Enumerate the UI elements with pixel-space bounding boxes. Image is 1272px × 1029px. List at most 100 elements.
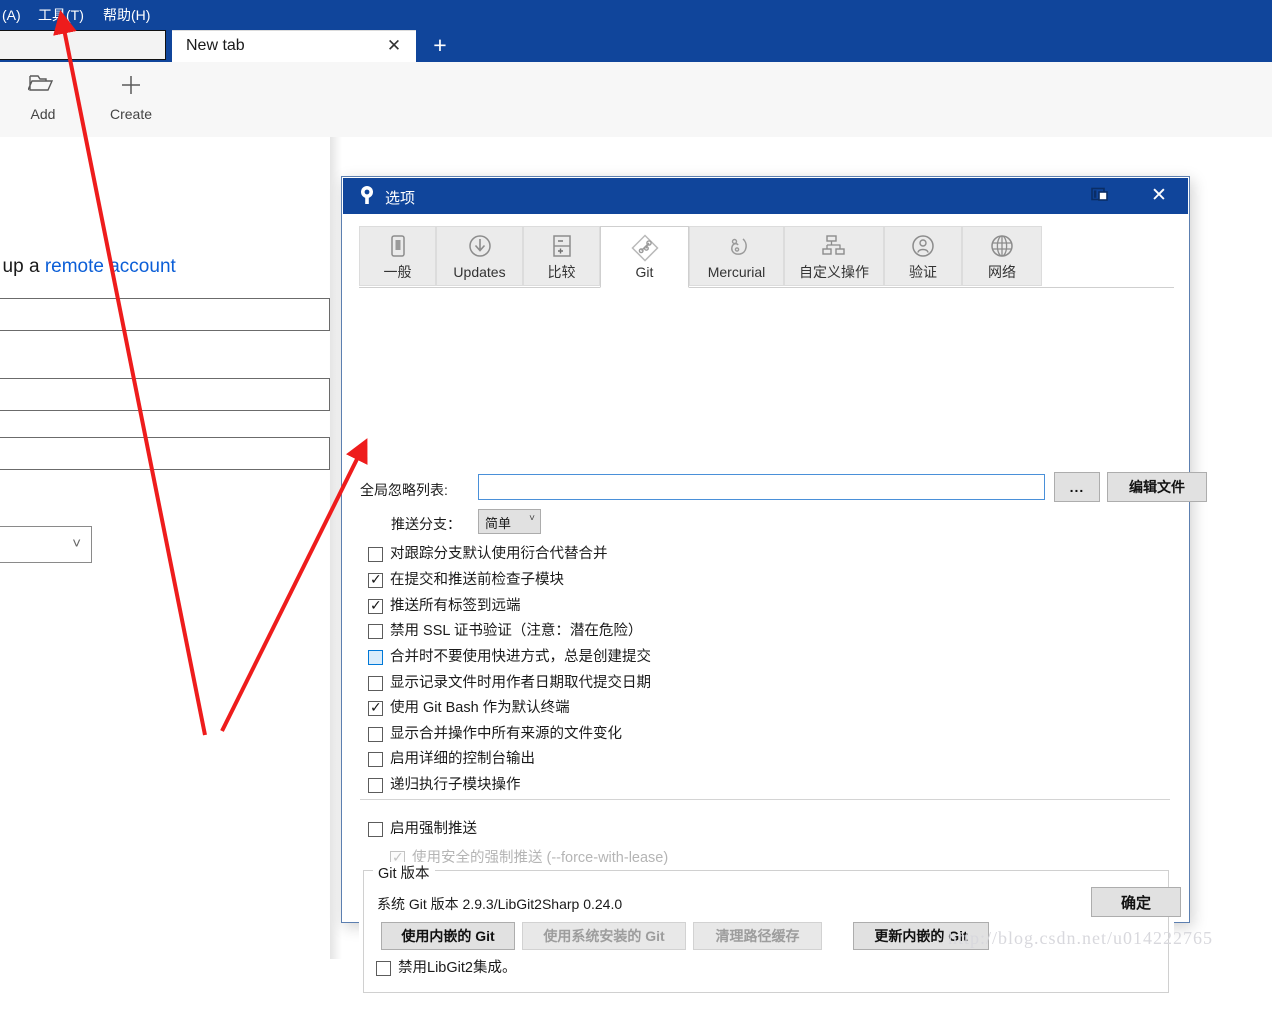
push-branch-select[interactable]: 简单 ˅ [478, 509, 541, 534]
checkbox-box [376, 961, 391, 976]
network-globe-icon [963, 233, 1041, 263]
git-version-info: 系统 Git 版本 2.9.3/LibGit2Sharp 0.24.0 [377, 896, 623, 912]
push-branch-value: 简单 [485, 516, 512, 531]
tab-new-tab[interactable]: New tab ✕ [172, 30, 416, 62]
dialog-tab-bar: 一般 Updates 比较 Git Mercurial 自定义操作 验证 网络 [359, 226, 1174, 288]
checkbox-label: 禁用LibGit2集成。 [398, 960, 517, 976]
checkbox-box: ✓ [368, 571, 383, 588]
checkbox-label: 显示记录文件时用作者日期取代提交日期 [390, 675, 651, 691]
checkbox-box [368, 650, 383, 665]
tab-new-tab-label: New tab [186, 37, 245, 54]
tab-network[interactable]: 网络 [962, 226, 1042, 286]
toolbar-button-add[interactable]: Add [4, 72, 82, 122]
tab-network-label: 网络 [988, 264, 1016, 280]
clear-path-cache-button: 清理路径缓存 [693, 922, 822, 950]
general-icon [360, 233, 435, 263]
toolbar-button-create-label: Create [109, 106, 153, 122]
chevron-down-icon: ˅ [529, 513, 535, 524]
checkbox-box [368, 752, 383, 767]
tab-updates[interactable]: Updates [436, 226, 523, 286]
tab-mercurial-label: Mercurial [707, 264, 766, 280]
tab-general-label: 一般 [383, 264, 412, 280]
plus-icon [92, 72, 170, 104]
custom-actions-icon [785, 233, 883, 263]
checkbox-box [368, 547, 383, 562]
toolbar-button-create[interactable]: Create [92, 72, 170, 122]
auth-user-icon [885, 233, 961, 263]
menu-item-tools[interactable]: 工具(T) [32, 4, 90, 26]
sourcetree-logo-icon [355, 184, 379, 208]
app-toolbar: Add Create [0, 62, 1272, 138]
use-system-git-button: 使用系统安装的 Git [522, 922, 686, 950]
menu-item-a[interactable]: (A) [0, 4, 27, 26]
checkbox-label: 使用安全的强制推送 (--force-with-lease) [412, 850, 669, 866]
checkbox-label: 对跟踪分支默认使用衍合代替合并 [390, 546, 608, 562]
checkbox-label: 使用 Git Bash 作为默认终端 [390, 700, 570, 716]
options-dialog: 选项 ✕ 一般 Updates 比较 Git Mercurial 自定义操作 验… [341, 176, 1207, 1029]
tab-git-label: Git [635, 264, 654, 280]
tab-custom-actions-label: 自定义操作 [799, 264, 869, 280]
checkbox-box [368, 727, 383, 742]
tab-compare-label: 比较 [547, 264, 576, 280]
checkbox-label: 显示合并操作中所有来源的文件变化 [390, 726, 622, 742]
dialog-titlebar: 选项 ✕ [343, 178, 1188, 214]
tab-git[interactable]: Git [600, 226, 689, 288]
form-field-1[interactable] [0, 298, 330, 331]
page-title-prefix: t up a [0, 256, 40, 277]
remote-account-link[interactable]: remote account [45, 256, 176, 277]
git-version-legend: Git 版本 [373, 862, 435, 883]
app-tabstrip: New tab ✕ + [0, 30, 1272, 62]
checkbox-box [368, 624, 383, 639]
app-menubar: (A) 工具(T) 帮助(H) [0, 0, 1272, 30]
checkbox-label: 合并时不要使用快进方式，总是创建提交 [390, 649, 651, 665]
checkbox-box [368, 822, 383, 837]
checkbox-label: 递归执行子模块操作 [390, 777, 521, 793]
tab-general[interactable]: 一般 [359, 226, 436, 286]
tab-custom-actions[interactable]: 自定义操作 [784, 226, 884, 286]
dialog-title: 选项 [385, 190, 416, 207]
checkbox-box [368, 778, 383, 793]
form-select[interactable]: ˅ [0, 526, 92, 563]
checkbox-label: 推送所有标签到远端 [390, 598, 521, 614]
tab-authentication-label: 验证 [909, 264, 937, 280]
close-icon[interactable]: ✕ [1140, 182, 1178, 210]
tab-compare[interactable]: 比较 [523, 226, 600, 286]
push-branch-label: 推送分支： [391, 516, 461, 532]
tab-authentication[interactable]: 验证 [884, 226, 962, 286]
checkbox-box: ✓ [368, 699, 383, 716]
tab-mercurial[interactable]: Mercurial [689, 226, 784, 286]
check-icon: ✓ [370, 699, 382, 715]
tab-previous[interactable] [0, 30, 166, 60]
folder-open-icon [4, 72, 82, 104]
checkbox-label: 启用详细的控制台输出 [390, 751, 535, 767]
plus-icon[interactable]: + [428, 34, 452, 58]
window-restore-icon[interactable] [1090, 186, 1114, 206]
form-field-2[interactable] [0, 378, 330, 411]
use-embedded-git-button[interactable]: 使用内嵌的 Git [381, 922, 515, 950]
check-icon: ✓ [370, 597, 382, 613]
edit-file-button[interactable]: 编辑文件 [1107, 472, 1207, 502]
section-divider [360, 799, 1170, 800]
tab-updates-label: Updates [453, 264, 506, 280]
checkbox-label: 禁用 SSL 证书验证（注意：潜在危险） [390, 623, 643, 639]
checkbox-box: ✓ [368, 597, 383, 614]
global-ignore-label: 全局忽略列表: [360, 482, 448, 498]
toolbar-button-add-label: Add [30, 106, 56, 122]
diff-icon [524, 233, 599, 263]
browse-button[interactable]: ... [1054, 472, 1100, 502]
global-ignore-input[interactable] [478, 474, 1045, 500]
mercurial-icon [690, 233, 783, 263]
checkbox-label: 启用强制推送 [390, 821, 477, 837]
menu-item-help[interactable]: 帮助(H) [97, 4, 156, 26]
download-icon [437, 233, 522, 263]
check-icon: ✓ [370, 571, 382, 587]
ok-button[interactable]: 确定 [1091, 887, 1181, 917]
watermark-text: http://blog.csdn.net/u014222765 [948, 928, 1213, 948]
page-title: t up a remote account [0, 256, 176, 278]
chevron-down-icon: ˅ [72, 535, 81, 552]
checkbox-box [368, 676, 383, 691]
form-field-3[interactable] [0, 437, 330, 470]
git-icon [601, 233, 688, 263]
checkbox-label: 在提交和推送前检查子模块 [390, 572, 564, 588]
close-icon[interactable]: ✕ [384, 36, 404, 56]
